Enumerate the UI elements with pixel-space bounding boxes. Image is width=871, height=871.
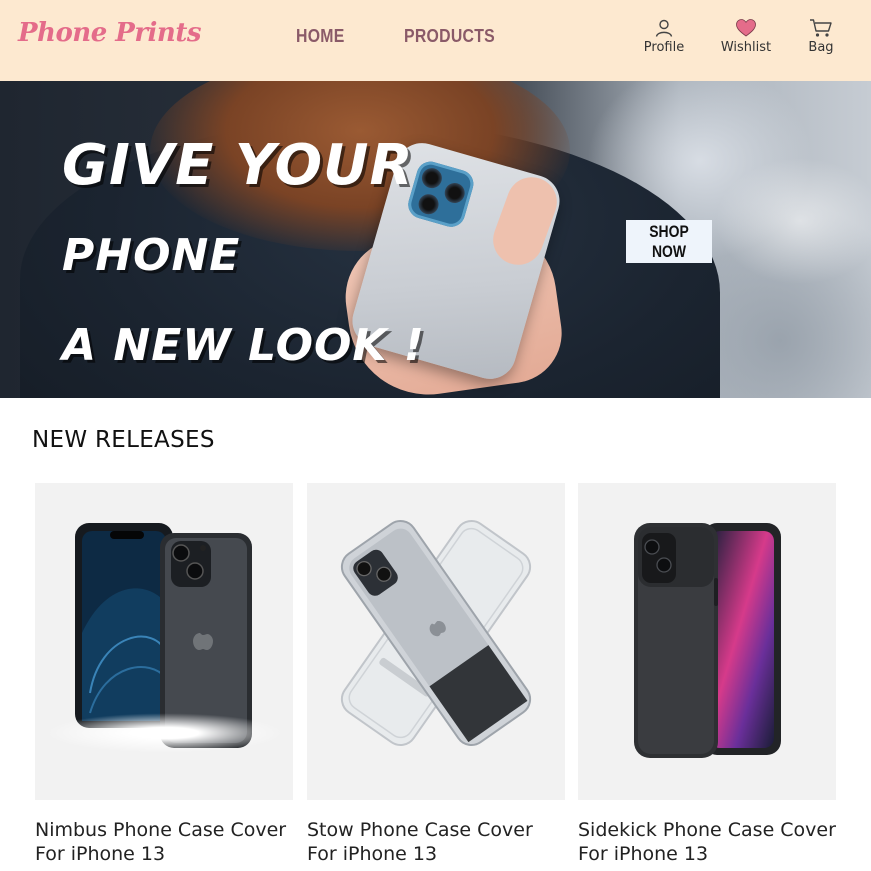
wishlist-label: Wishlist bbox=[720, 40, 772, 55]
hero-banner: Give your phone a new look ! SHOP NOW bbox=[0, 81, 871, 398]
hero-headline: Give your phone a new look ! bbox=[62, 121, 425, 391]
phone-case-image bbox=[634, 523, 781, 758]
hero-headline-line-1: Give your bbox=[62, 133, 414, 198]
product-image[interactable] bbox=[578, 483, 836, 800]
nav-products-link[interactable]: PRODUCTS bbox=[404, 26, 495, 47]
brand-logo[interactable]: Phone Prints bbox=[18, 18, 201, 48]
nav-home-link[interactable]: HOME bbox=[296, 26, 345, 47]
product-name[interactable]: Stow Phone Case Cover For iPhone 13 bbox=[307, 818, 565, 866]
phone-case-image bbox=[340, 519, 532, 747]
profile-label: Profile bbox=[643, 40, 685, 55]
product-name[interactable]: Sidekick Phone Case Cover For iPhone 13 bbox=[578, 818, 836, 866]
product-card[interactable]: Stow Phone Case Cover For iPhone 13 bbox=[307, 483, 565, 866]
product-image[interactable] bbox=[35, 483, 293, 800]
profile-button[interactable]: Profile bbox=[629, 18, 699, 55]
product-image[interactable] bbox=[307, 483, 565, 800]
user-icon bbox=[655, 19, 673, 37]
cart-icon bbox=[810, 19, 832, 37]
new-releases-title: NEW RELEASES bbox=[32, 427, 215, 453]
heart-icon bbox=[736, 19, 756, 37]
wishlist-button[interactable]: Wishlist bbox=[711, 18, 781, 55]
product-name[interactable]: Nimbus Phone Case Cover For iPhone 13 bbox=[35, 818, 293, 866]
hero-headline-line-3: a new look ! bbox=[62, 320, 425, 371]
bag-label: Bag bbox=[808, 40, 834, 55]
product-card[interactable]: Nimbus Phone Case Cover For iPhone 13 bbox=[35, 483, 293, 866]
shop-now-label: SHOP NOW bbox=[649, 221, 689, 261]
site-header: Phone Prints HOME PRODUCTS Profile Wishl… bbox=[0, 0, 871, 81]
product-card[interactable]: Sidekick Phone Case Cover For iPhone 13 bbox=[578, 483, 836, 866]
bag-button[interactable]: Bag bbox=[786, 18, 856, 55]
hero-headline-line-2: phone bbox=[62, 230, 241, 281]
shop-now-button[interactable]: SHOP NOW bbox=[626, 220, 712, 263]
